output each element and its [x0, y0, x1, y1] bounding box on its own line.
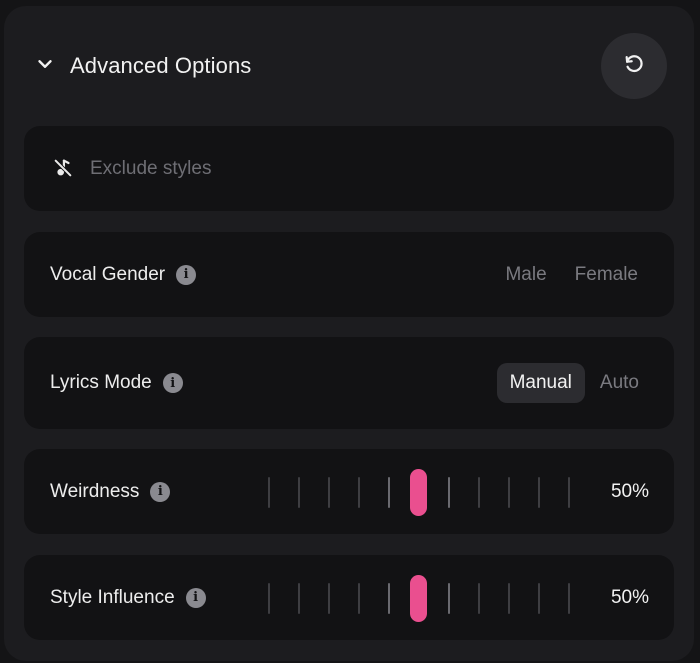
collapse-toggle-button[interactable]: Advanced Options: [34, 50, 251, 82]
style-influence-value: 50%: [610, 586, 649, 608]
exclude-styles-input[interactable]: [88, 150, 652, 188]
panel-header: Advanced Options: [4, 6, 694, 126]
info-icon[interactable]: i: [185, 587, 206, 608]
slider-tick: [388, 583, 390, 614]
lyrics-mode-selector: Manual Auto: [496, 337, 648, 429]
slider-tick: [388, 477, 390, 508]
vocal-gender-card: Vocal Gender i Male Female: [24, 232, 674, 317]
vocal-gender-label-group: Vocal Gender i: [50, 232, 197, 317]
reset-button[interactable]: [601, 33, 667, 99]
lyrics-mode-option-manual[interactable]: Manual: [496, 363, 585, 403]
rotate-ccw-icon: [623, 53, 645, 80]
vocal-gender-selector: Male Female: [496, 232, 647, 317]
slider-tick: [448, 583, 450, 614]
slider-handle[interactable]: [410, 469, 427, 516]
weirdness-card: Weirdness i 50%: [24, 449, 674, 534]
slider-handle[interactable]: [410, 575, 427, 622]
slider-tick: [478, 583, 480, 614]
weirdness-label-group: Weirdness i: [50, 449, 171, 534]
info-icon[interactable]: i: [162, 373, 183, 393]
vocal-gender-label: Vocal Gender: [50, 263, 166, 285]
chevron-down-icon: [34, 53, 56, 80]
weirdness-label: Weirdness: [50, 480, 140, 502]
slider-tick: [328, 583, 330, 614]
lyrics-mode-label: Lyrics Mode: [50, 372, 152, 393]
slider-tick: [268, 477, 270, 508]
slider-tick: [268, 583, 270, 614]
style-influence-label-group: Style Influence i: [50, 555, 206, 640]
info-icon[interactable]: i: [176, 264, 197, 285]
advanced-options-panel: Advanced Options Vocal Gen: [4, 6, 694, 661]
exclude-styles-card: [24, 126, 674, 211]
vocal-gender-option-female[interactable]: Female: [566, 255, 647, 295]
slider-tick: [508, 583, 510, 614]
slider-tick: [538, 583, 540, 614]
slider-tick: [478, 477, 480, 508]
weirdness-slider[interactable]: [260, 449, 580, 534]
slider-tick: [568, 477, 570, 508]
slider-tick: [328, 477, 330, 508]
lyrics-mode-option-auto[interactable]: Auto: [591, 363, 648, 403]
style-influence-card: Style Influence i 50%: [24, 555, 674, 640]
panel-title: Advanced Options: [70, 53, 252, 78]
slider-tick: [508, 477, 510, 508]
slider-tick: [358, 583, 360, 614]
style-influence-slider[interactable]: [260, 555, 580, 640]
slider-tick: [298, 477, 300, 508]
lyrics-mode-card: Lyrics Mode i Manual Auto: [24, 337, 674, 429]
slider-tick: [538, 477, 540, 508]
vocal-gender-option-male[interactable]: Male: [496, 255, 555, 295]
slider-tick: [298, 583, 300, 614]
slider-tick: [568, 583, 570, 614]
slider-tick: [448, 477, 450, 508]
lyrics-mode-label-group: Lyrics Mode i: [50, 337, 183, 429]
music-note-off-icon: [52, 157, 74, 179]
slider-tick: [358, 477, 360, 508]
weirdness-value: 50%: [610, 480, 649, 502]
style-influence-label: Style Influence: [50, 586, 175, 608]
info-icon[interactable]: i: [150, 481, 171, 502]
